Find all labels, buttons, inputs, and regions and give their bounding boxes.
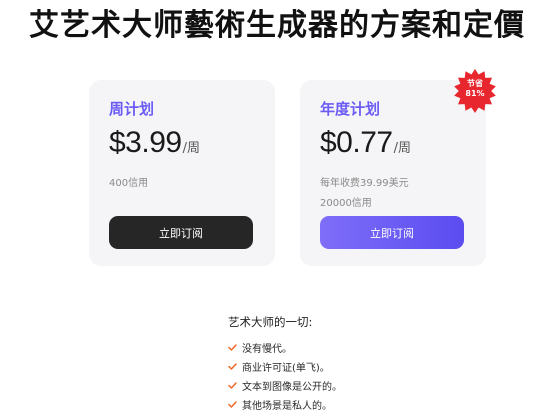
list-item: 没有慢代。: [228, 338, 342, 357]
price: $3.99/周: [109, 126, 200, 160]
badge-label: 节省: [467, 79, 483, 88]
page-title: 艾艺术大师藝術生成器的方案和定價: [29, 8, 525, 43]
credits-label: 20000信用: [320, 198, 372, 209]
subscribe-weekly-button[interactable]: 立即订阅: [109, 216, 253, 249]
price: $0.77/周: [320, 126, 411, 160]
list-item: 其他场景是私人的。: [228, 395, 342, 414]
badge-percent: 81%: [465, 89, 485, 98]
plan-name: 周计划: [109, 100, 155, 118]
feature-text: 其他场景是私人的。: [242, 401, 332, 412]
feature-text: 没有慢代。: [242, 344, 292, 355]
check-icon: [228, 401, 242, 408]
list-item: 文本到图像是公开的。: [228, 376, 342, 395]
list-item: 商业许可证(单飞)。: [228, 357, 342, 376]
check-icon: [228, 344, 242, 351]
plan-name: 年度计划: [320, 100, 381, 118]
check-icon: [228, 363, 242, 370]
weekly-plan-card: 周计划 $3.99/周 400信用 立即订阅: [89, 80, 275, 266]
price-amount: $3.99: [109, 126, 182, 159]
price-unit: /周: [393, 141, 411, 156]
feature-text: 商业许可证(单飞)。: [242, 363, 330, 374]
price-unit: /周: [182, 141, 200, 156]
feature-list: 没有慢代。 商业许可证(单飞)。 文本到图像是公开的。 其他场景是私人的。: [228, 338, 342, 414]
features-heading: 艺术大师的一切:: [228, 315, 313, 329]
feature-text: 文本到图像是公开的。: [242, 382, 342, 393]
savings-badge: 节省 81%: [452, 68, 498, 114]
price-amount: $0.77: [320, 126, 393, 159]
subscribe-yearly-button[interactable]: 立即订阅: [320, 216, 464, 249]
check-icon: [228, 382, 242, 389]
billing-note: 每年收费39.99美元: [320, 178, 409, 189]
credits-label: 400信用: [109, 178, 149, 189]
